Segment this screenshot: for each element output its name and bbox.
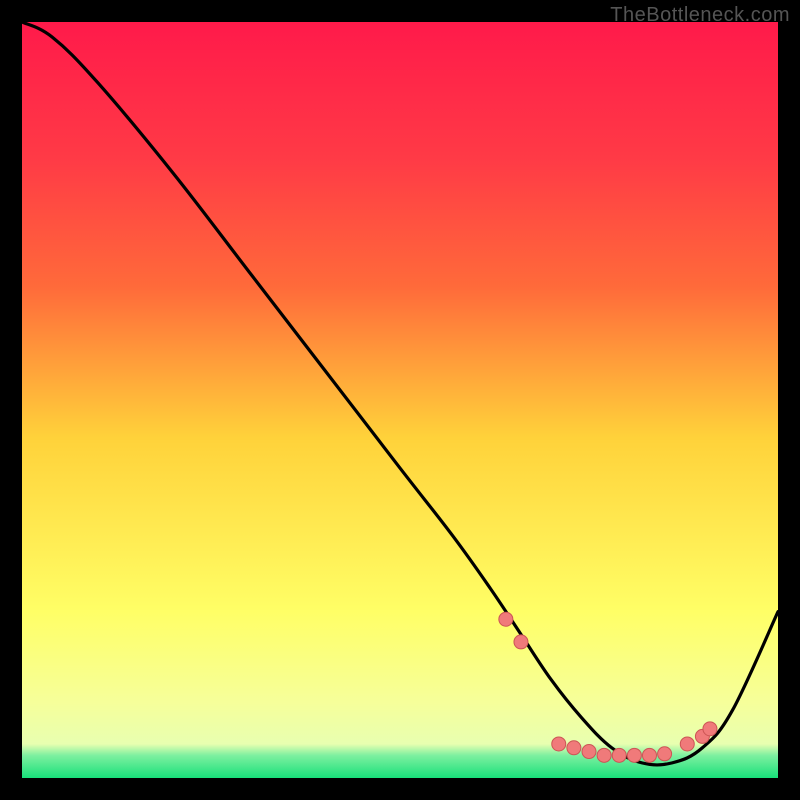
marker-point bbox=[642, 748, 656, 762]
gradient-background bbox=[22, 22, 778, 778]
marker-point bbox=[680, 737, 694, 751]
marker-point bbox=[658, 747, 672, 761]
marker-point bbox=[567, 741, 581, 755]
marker-point bbox=[627, 748, 641, 762]
marker-point bbox=[582, 745, 596, 759]
marker-point bbox=[612, 748, 626, 762]
marker-point bbox=[514, 635, 528, 649]
chart-frame: TheBottleneck.com bbox=[0, 0, 800, 800]
plot-area bbox=[22, 22, 778, 778]
marker-point bbox=[552, 737, 566, 751]
marker-point bbox=[499, 612, 513, 626]
marker-point bbox=[597, 748, 611, 762]
chart-svg bbox=[22, 22, 778, 778]
marker-point bbox=[703, 722, 717, 736]
